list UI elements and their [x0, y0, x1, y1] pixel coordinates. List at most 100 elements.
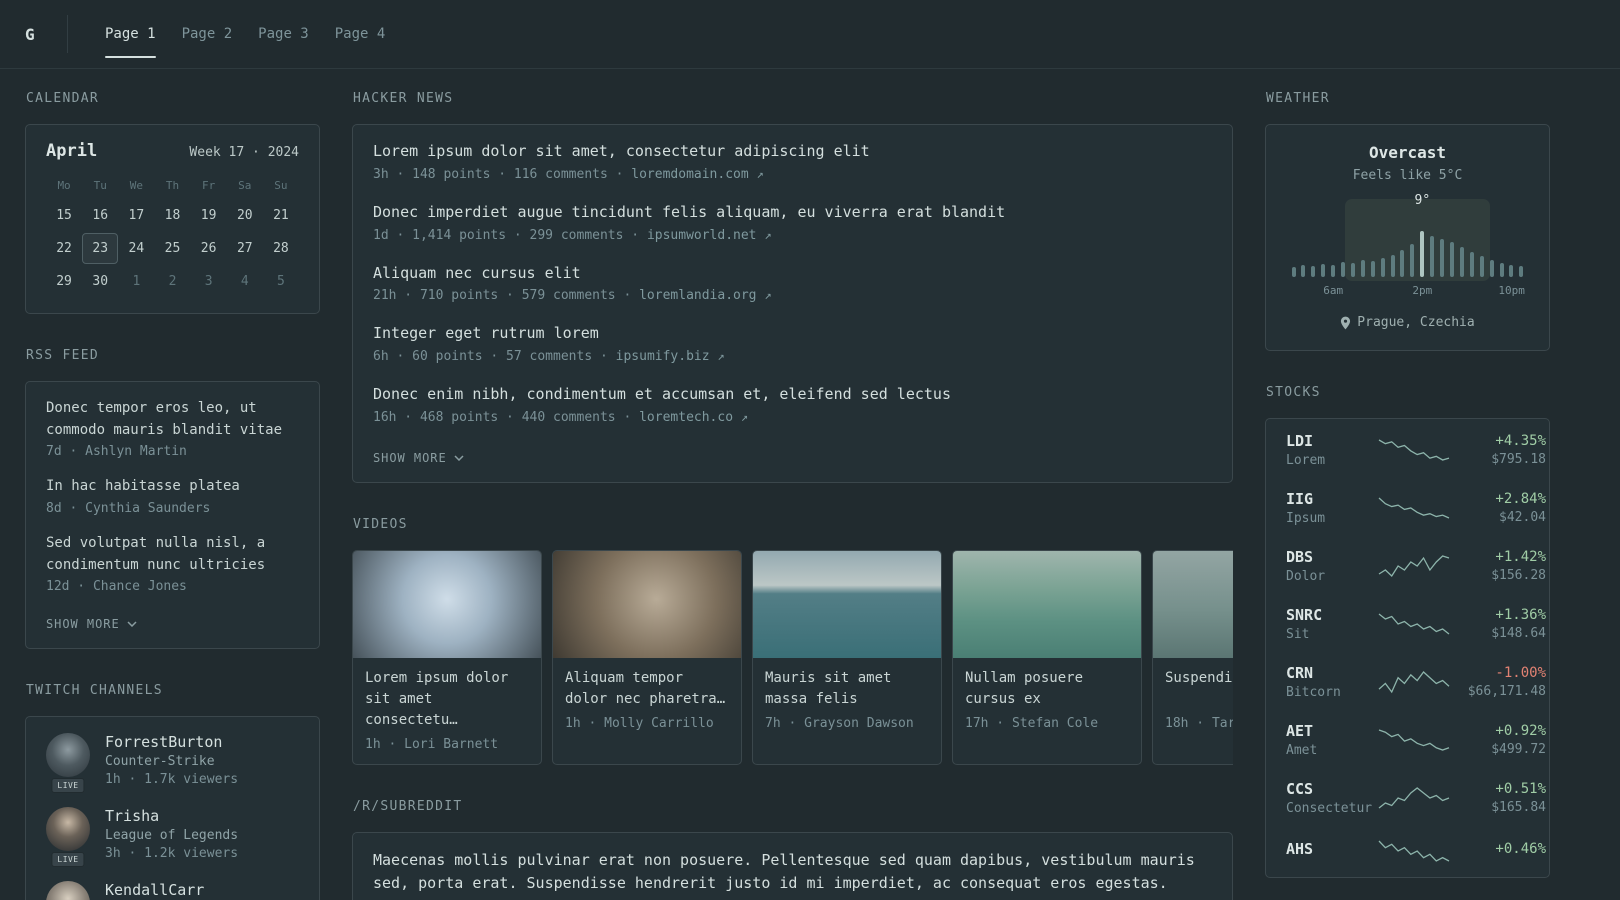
hn-item-title[interactable]: Lorem ipsum dolor sit amet, consectetur …: [373, 141, 1212, 163]
video-title[interactable]: Aliquam tempor dolor nec pharetra…: [565, 668, 729, 710]
rss-item-title[interactable]: In hac habitasse platea: [46, 476, 299, 498]
twitch-channel-name[interactable]: Trisha: [105, 807, 238, 825]
video-card[interactable]: Nullam posuere cursus ex 17h · Stefan Co…: [952, 549, 1142, 765]
calendar-day-next-month[interactable]: 1: [118, 266, 154, 297]
stock-symbol[interactable]: SNRC: [1286, 606, 1378, 624]
hn-item-title[interactable]: Integer eget rutrum lorem: [373, 323, 1212, 345]
twitch-avatar-wrap: [46, 881, 90, 900]
calendar-day[interactable]: 28: [263, 233, 299, 264]
weather-location[interactable]: Prague, Czechia: [1340, 315, 1475, 330]
hn-item-domain-link[interactable]: ipsumworld.net: [647, 228, 757, 243]
tab-page-3[interactable]: Page 3: [245, 0, 322, 69]
hn-item: Integer eget rutrum lorem 6h · 60 points…: [373, 323, 1212, 364]
hn-item: Aliquam nec cursus elit 21h · 710 points…: [373, 263, 1212, 304]
app-logo[interactable]: G: [25, 25, 67, 44]
video-card[interactable]: Suspendisse diam 18h · Tara: [1152, 549, 1233, 765]
twitch-channel-name[interactable]: ForrestBurton: [105, 733, 238, 751]
subreddit-header: /R/SUBREDDIT: [353, 798, 463, 814]
chevron-down-icon: [127, 621, 137, 628]
video-thumbnail[interactable]: [753, 550, 941, 658]
calendar-day[interactable]: 18: [154, 200, 190, 231]
video-title[interactable]: Lorem ipsum dolor sit amet consectetu…: [365, 668, 529, 731]
calendar-dow: Su: [274, 179, 288, 192]
video-meta: 1h · Molly Carrillo: [565, 715, 714, 731]
twitch-channel-meta: 3h · 1.2k viewers: [105, 846, 239, 862]
calendar-day[interactable]: 30: [82, 266, 118, 297]
rss-widget: RSS FEED Donec tempor eros leo, ut commo…: [25, 348, 320, 650]
video-card[interactable]: Mauris sit amet massa felis 7h · Grayson…: [752, 549, 942, 765]
avatar[interactable]: [46, 733, 90, 778]
hn-item-domain-link[interactable]: loremlandia.org: [639, 288, 756, 303]
hn-item-domain-link[interactable]: loremdomain.com: [631, 167, 748, 182]
video-title[interactable]: Nullam posuere cursus ex: [965, 668, 1129, 710]
hn-item-title[interactable]: Aliquam nec cursus elit: [373, 263, 1212, 285]
rss-item-meta: 8d · Cynthia Saunders: [46, 501, 211, 517]
calendar-day-next-month[interactable]: 4: [227, 266, 263, 297]
video-meta: 18h · Tara: [1165, 715, 1233, 731]
video-title[interactable]: Mauris sit amet massa felis: [765, 668, 929, 710]
calendar-day[interactable]: 21: [263, 200, 299, 231]
calendar-day-next-month[interactable]: 2: [154, 266, 190, 297]
stock-name: Dolor: [1286, 568, 1326, 584]
video-card[interactable]: Aliquam tempor dolor nec pharetra… 1h · …: [552, 549, 742, 765]
calendar-day-next-month[interactable]: 5: [263, 266, 299, 297]
video-thumbnail[interactable]: [353, 550, 541, 658]
tab-page-2[interactable]: Page 2: [169, 0, 246, 69]
calendar-day[interactable]: 22: [46, 233, 82, 264]
calendar-dow: We: [129, 179, 143, 192]
calendar-day[interactable]: 25: [154, 233, 190, 264]
external-link-icon: ↗: [764, 227, 772, 242]
stock-symbol[interactable]: AET: [1286, 722, 1378, 740]
calendar-day[interactable]: 29: [46, 266, 82, 297]
stock-row: CCS Consectetur +0.51% $165.84: [1286, 769, 1546, 827]
weather-condition: Overcast: [1368, 143, 1447, 162]
calendar-day-selected[interactable]: 23: [82, 233, 119, 264]
avatar[interactable]: [46, 881, 90, 900]
calendar-day[interactable]: 15: [46, 200, 82, 231]
calendar-day[interactable]: 17: [118, 200, 154, 231]
hn-item-domain-link[interactable]: loremtech.co: [639, 410, 733, 425]
hn-item-title[interactable]: Donec imperdiet augue tincidunt felis al…: [373, 202, 1212, 224]
calendar-dow: Sa: [238, 179, 252, 192]
hn-show-more-button[interactable]: SHOW MORE: [373, 451, 464, 465]
hn-item-domain-link[interactable]: ipsumify.biz: [616, 349, 710, 364]
rss-item-title[interactable]: Sed volutpat nulla nisl, a condimentum n…: [46, 533, 299, 576]
tab-page-1[interactable]: Page 1: [92, 0, 169, 69]
video-title[interactable]: Suspendisse diam: [1165, 668, 1233, 710]
weather-widget: WEATHER Overcast Feels like 5°C 9° 6am 2p…: [1265, 91, 1550, 351]
tab-page-4[interactable]: Page 4: [322, 0, 399, 69]
stock-row: IIG Ipsum +2.84% $42.04: [1286, 479, 1546, 537]
video-card[interactable]: Lorem ipsum dolor sit amet consectetu… 1…: [352, 549, 542, 765]
video-thumbnail[interactable]: [1153, 550, 1233, 658]
calendar-day[interactable]: 16: [82, 200, 118, 231]
weather-bars: [1291, 229, 1524, 277]
stock-symbol[interactable]: DBS: [1286, 548, 1378, 566]
weather-card: Overcast Feels like 5°C 9° 6am 2pm 10pm Pr…: [1265, 124, 1550, 351]
twitch-channel-name[interactable]: KendallCarr: [105, 881, 204, 899]
rss-header: RSS FEED: [26, 348, 100, 363]
calendar-day[interactable]: 24: [118, 233, 154, 264]
video-thumbnail[interactable]: [553, 550, 741, 658]
video-thumbnail[interactable]: [953, 550, 1141, 658]
calendar-day[interactable]: 20: [227, 200, 263, 231]
stock-row: AET Amet +0.92% $499.72: [1286, 711, 1546, 769]
calendar-day[interactable]: 26: [191, 233, 227, 264]
twitch-channel-game: Counter-Strike: [105, 754, 215, 770]
hn-item-title[interactable]: Donec enim nibh, condimentum et accumsan…: [373, 384, 1212, 406]
avatar[interactable]: [46, 807, 90, 852]
stock-symbol[interactable]: CCS: [1286, 780, 1378, 798]
stock-symbol[interactable]: AHS: [1286, 840, 1378, 858]
stock-symbol[interactable]: CRN: [1286, 664, 1378, 682]
calendar-day[interactable]: 27: [227, 233, 263, 264]
rss-show-more-button[interactable]: SHOW MORE: [46, 617, 137, 631]
stock-sparkline: [1378, 728, 1450, 751]
stock-symbol[interactable]: LDI: [1286, 432, 1378, 450]
rss-item-title[interactable]: Donec tempor eros leo, ut commodo mauris…: [46, 398, 299, 441]
videos-header: VIDEOS: [353, 516, 408, 532]
stock-change: -1.00%: [1495, 664, 1546, 681]
subreddit-post-title[interactable]: Maecenas mollis pulvinar erat non posuer…: [373, 849, 1212, 896]
calendar-day-next-month[interactable]: 3: [191, 266, 227, 297]
calendar-day[interactable]: 19: [191, 200, 227, 231]
stock-symbol[interactable]: IIG: [1286, 490, 1378, 508]
hn-meta-text: 21h · 710 points · 579 comments ·: [373, 288, 640, 304]
